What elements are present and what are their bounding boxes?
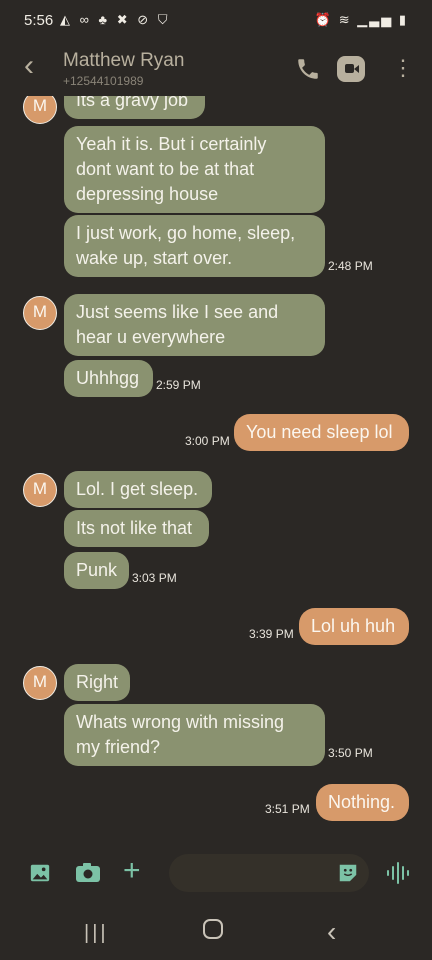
- contact-avatar[interactable]: M: [23, 666, 57, 700]
- gallery-icon[interactable]: [29, 862, 51, 884]
- incoming-message[interactable]: Yeah it is. But i certainly dont want to…: [64, 126, 325, 213]
- home-icon[interactable]: [203, 919, 223, 939]
- message-timestamp: 3:00 PM: [185, 434, 230, 448]
- sticker-icon[interactable]: [337, 862, 359, 884]
- system-navigation-bar: ||| ‹: [0, 904, 432, 960]
- status-bar: 5:56 ◭ ∞ ♣ ✖ ⊘ ⛉ ⏰ ≋ ▁▃▅ ▮: [0, 0, 432, 44]
- conversation-header: ‹ Matthew Ryan +12544101989 ⋮: [0, 44, 432, 96]
- blocked-icon: ⊘: [137, 12, 152, 27]
- system-icons: ⏰ ≋ ▁▃▅ ▮: [315, 12, 408, 28]
- notification-icon: ♣: [98, 12, 111, 27]
- contact-avatar[interactable]: M: [23, 473, 57, 507]
- back-icon[interactable]: ‹: [24, 48, 34, 84]
- phone-call-icon[interactable]: [295, 56, 321, 82]
- message-timestamp: 3:03 PM: [132, 571, 177, 585]
- contact-avatar[interactable]: M: [23, 96, 57, 124]
- voicemail-icon: ∞: [79, 12, 92, 27]
- more-options-icon[interactable]: ⋮: [392, 52, 414, 84]
- video-call-icon[interactable]: [337, 56, 365, 82]
- camera-icon[interactable]: [75, 862, 101, 884]
- incoming-message[interactable]: Lol. I get sleep.: [64, 471, 212, 508]
- message-list[interactable]: M Its a gravy job Yeah it is. But i cert…: [0, 96, 432, 840]
- incoming-message[interactable]: Right: [64, 664, 130, 701]
- message-timestamp: 3:39 PM: [249, 627, 294, 641]
- contact-avatar[interactable]: M: [23, 296, 57, 330]
- shield-icon: ⛉: [157, 12, 171, 27]
- incoming-message[interactable]: Just seems like I see and hear u everywh…: [64, 294, 325, 356]
- incoming-message[interactable]: Whats wrong with missing my friend?: [64, 704, 325, 766]
- message-timestamp: 3:51 PM: [265, 802, 310, 816]
- message-composer: +: [0, 846, 432, 904]
- message-timestamp: 3:50 PM: [328, 746, 373, 760]
- incoming-message[interactable]: Uhhhgg: [64, 360, 153, 397]
- message-timestamp: 2:59 PM: [156, 378, 201, 392]
- back-nav-icon[interactable]: ‹: [327, 916, 336, 948]
- contact-name[interactable]: Matthew Ryan: [63, 50, 184, 72]
- alarm-icon: ⏰: [314, 12, 334, 27]
- outgoing-message[interactable]: Nothing.: [316, 784, 409, 821]
- missed-call-icon: ✖: [116, 12, 131, 27]
- message-timestamp: 2:48 PM: [328, 259, 373, 273]
- voice-record-icon[interactable]: [385, 861, 411, 885]
- notification-icons: ◭ ∞ ♣ ✖ ⊘ ⛉: [60, 12, 171, 28]
- contact-number: +12544101989: [63, 74, 144, 88]
- incoming-message[interactable]: Punk: [64, 552, 129, 589]
- incoming-message[interactable]: I just work, go home, sleep, wake up, st…: [64, 215, 325, 277]
- recent-apps-icon[interactable]: |||: [84, 922, 109, 945]
- incoming-message[interactable]: Its a gravy job: [64, 96, 205, 119]
- battery-icon: ▮: [398, 12, 408, 27]
- status-time: 5:56: [24, 12, 54, 29]
- signal-icon: ▁▃▅: [357, 12, 394, 27]
- add-attachment-icon[interactable]: +: [123, 854, 141, 888]
- notification-icon: ◭: [60, 12, 73, 27]
- incoming-message[interactable]: Its not like that: [64, 510, 209, 547]
- wifi-icon: ≋: [338, 12, 352, 27]
- outgoing-message[interactable]: You need sleep lol: [234, 414, 409, 451]
- outgoing-message[interactable]: Lol uh huh: [299, 608, 409, 645]
